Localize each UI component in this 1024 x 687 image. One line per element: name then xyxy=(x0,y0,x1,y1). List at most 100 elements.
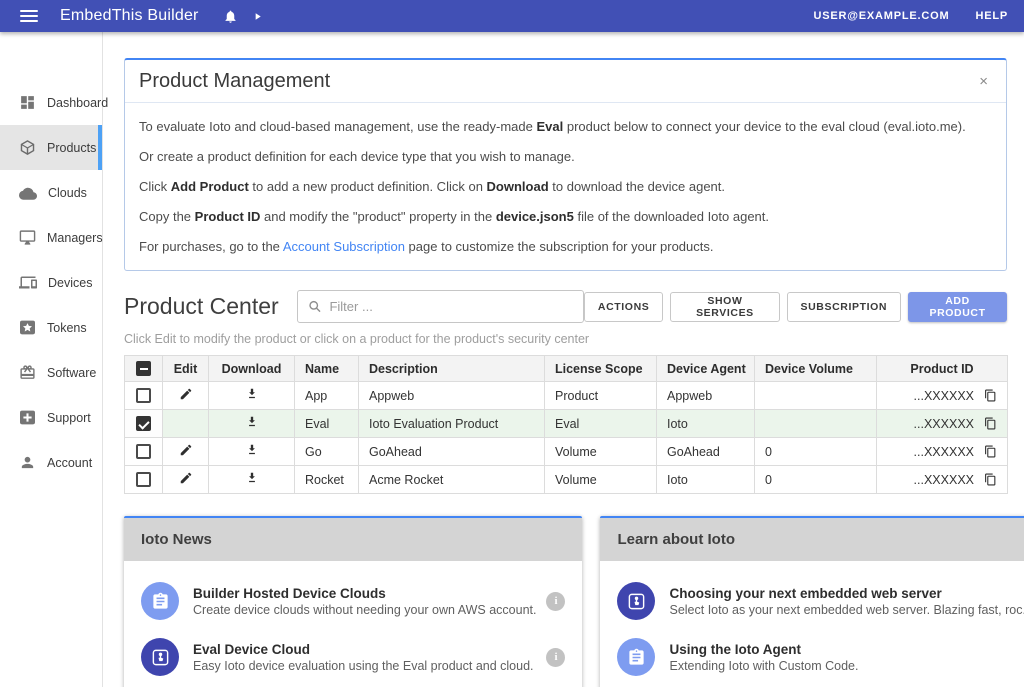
sidebar-item-label: Dashboard xyxy=(47,96,108,110)
row-checkbox[interactable] xyxy=(136,416,151,431)
sidebar-item-software[interactable]: Software xyxy=(0,350,102,395)
learn-card-title: Learn about Ioto xyxy=(600,518,1024,561)
cell-license-scope: Volume xyxy=(545,466,657,494)
user-email-menu[interactable]: USER@EXAMPLE.COM xyxy=(813,10,949,22)
copy-icon[interactable] xyxy=(984,445,997,458)
clipboard-icon xyxy=(141,582,179,620)
edit-pencil-icon[interactable] xyxy=(179,443,193,457)
cell-device-agent: Appweb xyxy=(657,382,755,410)
menu-icon[interactable] xyxy=(20,10,38,22)
person-icon xyxy=(19,454,36,471)
news-item[interactable]: Builder Hosted Device Clouds Create devi… xyxy=(124,573,582,629)
cell-device-agent: Ioto xyxy=(657,466,755,494)
actions-button[interactable]: ACTIONS xyxy=(584,292,663,322)
sidebar-item-managers[interactable]: Managers xyxy=(0,215,102,260)
cell-product-id: ...XXXXXX xyxy=(914,389,974,403)
table-row[interactable]: Rocket Acme Rocket Volume Ioto 0 ...XXXX… xyxy=(125,466,1008,494)
edit-pencil-icon[interactable] xyxy=(179,387,193,401)
news-item-subtitle: Create device clouds without needing you… xyxy=(193,603,536,617)
table-row[interactable]: App Appweb Product Appweb ...XXXXXX xyxy=(125,382,1008,410)
sidebar-item-label: Tokens xyxy=(47,321,87,335)
info-icon[interactable] xyxy=(546,648,565,667)
news-item[interactable]: Eval Device Cloud Easy Ioto device evalu… xyxy=(124,629,582,685)
ioto-news-title: Ioto News xyxy=(124,518,582,561)
filter-input[interactable] xyxy=(329,299,572,314)
news-item-title: Eval Device Cloud xyxy=(193,642,536,657)
app-window: EmbedThis Builder USER@EXAMPLE.COM HELP … xyxy=(0,0,1024,687)
table-row[interactable]: Eval Ioto Evaluation Product Eval Ioto .… xyxy=(125,410,1008,438)
top-app-bar: EmbedThis Builder USER@EXAMPLE.COM HELP xyxy=(0,0,1024,32)
subscription-button[interactable]: SUBSCRIPTION xyxy=(787,292,902,322)
cell-name: Eval xyxy=(295,410,359,438)
sidebar-item-label: Devices xyxy=(48,276,92,290)
devices-icon xyxy=(19,275,37,290)
column-header-edit: Edit xyxy=(163,356,209,382)
filter-box xyxy=(297,290,584,323)
sidebar-item-label: Clouds xyxy=(48,186,87,200)
sidebar-item-tokens[interactable]: Tokens xyxy=(0,305,102,350)
help-button[interactable]: HELP xyxy=(975,10,1008,22)
show-services-button[interactable]: SHOW SERVICES xyxy=(670,292,779,322)
cell-device-volume: 0 xyxy=(755,466,877,494)
monitor-icon xyxy=(19,229,36,246)
sidebar-item-clouds[interactable]: Clouds xyxy=(0,170,102,215)
pm-paragraph: Copy the Product ID and modify the "prod… xyxy=(139,209,992,224)
token-star-icon xyxy=(19,320,36,335)
pm-paragraph: Click Add Product to add a new product d… xyxy=(139,179,992,194)
select-all-checkbox[interactable] xyxy=(136,361,151,376)
download-icon[interactable] xyxy=(245,387,259,401)
table-row[interactable]: Go GoAhead Volume GoAhead 0 ...XXXXXX xyxy=(125,438,1008,466)
learn-item[interactable]: Using the Ioto Agent Extending Ioto with… xyxy=(600,629,1024,685)
column-header-device-agent: Device Agent xyxy=(657,356,755,382)
notifications-bell-icon[interactable] xyxy=(223,9,238,24)
touch-screen-icon xyxy=(141,638,179,676)
main-content: Product Management × To evaluate Ioto an… xyxy=(103,32,1024,687)
add-product-button[interactable]: ADD PRODUCT xyxy=(908,292,1007,322)
sidebar-item-account[interactable]: Account xyxy=(0,440,102,485)
row-checkbox[interactable] xyxy=(136,388,151,403)
copy-icon[interactable] xyxy=(984,417,997,430)
learn-about-ioto-card: Learn about Ioto Choosing your next embe… xyxy=(600,516,1024,687)
row-checkbox[interactable] xyxy=(136,444,151,459)
learn-item[interactable]: Choosing your next embedded web server S… xyxy=(600,573,1024,629)
cell-device-agent: Ioto xyxy=(657,410,755,438)
sidebar-item-label: Support xyxy=(47,411,91,425)
sidebar-item-support[interactable]: Support xyxy=(0,395,102,440)
play-arrow-icon[interactable] xyxy=(252,11,263,22)
sidebar-item-dashboard[interactable]: Dashboard xyxy=(0,80,102,125)
download-icon[interactable] xyxy=(245,443,259,457)
cell-name: Rocket xyxy=(295,466,359,494)
close-icon[interactable]: × xyxy=(975,72,992,91)
sidebar-item-products[interactable]: Products xyxy=(0,125,102,170)
row-checkbox[interactable] xyxy=(136,472,151,487)
clipboard-icon xyxy=(617,638,655,676)
touch-screen-icon xyxy=(617,582,655,620)
cell-description: Ioto Evaluation Product xyxy=(359,410,545,438)
sidebar-item-devices[interactable]: Devices xyxy=(0,260,102,305)
copy-icon[interactable] xyxy=(984,473,997,486)
column-header-device-volume: Device Volume xyxy=(755,356,877,382)
sidebar-nav: Dashboard Products Clouds Managers Devic… xyxy=(0,32,103,687)
ioto-news-card: Ioto News Builder Hosted Device Clouds C… xyxy=(124,516,582,687)
learn-item-title: Choosing your next embedded web server xyxy=(669,586,1024,601)
products-cube-icon xyxy=(19,139,36,156)
sidebar-item-label: Managers xyxy=(47,231,103,245)
sidebar-item-label: Account xyxy=(47,456,92,470)
account-subscription-link[interactable]: Account Subscription xyxy=(283,239,405,254)
download-icon[interactable] xyxy=(245,471,259,485)
learn-item-subtitle: Extending Ioto with Custom Code. xyxy=(669,659,1024,673)
edit-pencil-icon[interactable] xyxy=(179,471,193,485)
info-icon[interactable] xyxy=(546,592,565,611)
learn-item-title: Using the Ioto Agent xyxy=(669,642,1024,657)
copy-icon[interactable] xyxy=(984,389,997,402)
dashboard-icon xyxy=(19,94,36,111)
cell-description: GoAhead xyxy=(359,438,545,466)
download-icon[interactable] xyxy=(245,415,259,429)
cell-device-volume: 0 xyxy=(755,438,877,466)
cell-description: Appweb xyxy=(359,382,545,410)
support-plus-icon xyxy=(19,410,36,425)
column-header-download: Download xyxy=(209,356,295,382)
gift-icon xyxy=(19,364,36,381)
search-icon xyxy=(308,299,322,314)
news-item-title: Builder Hosted Device Clouds xyxy=(193,586,536,601)
